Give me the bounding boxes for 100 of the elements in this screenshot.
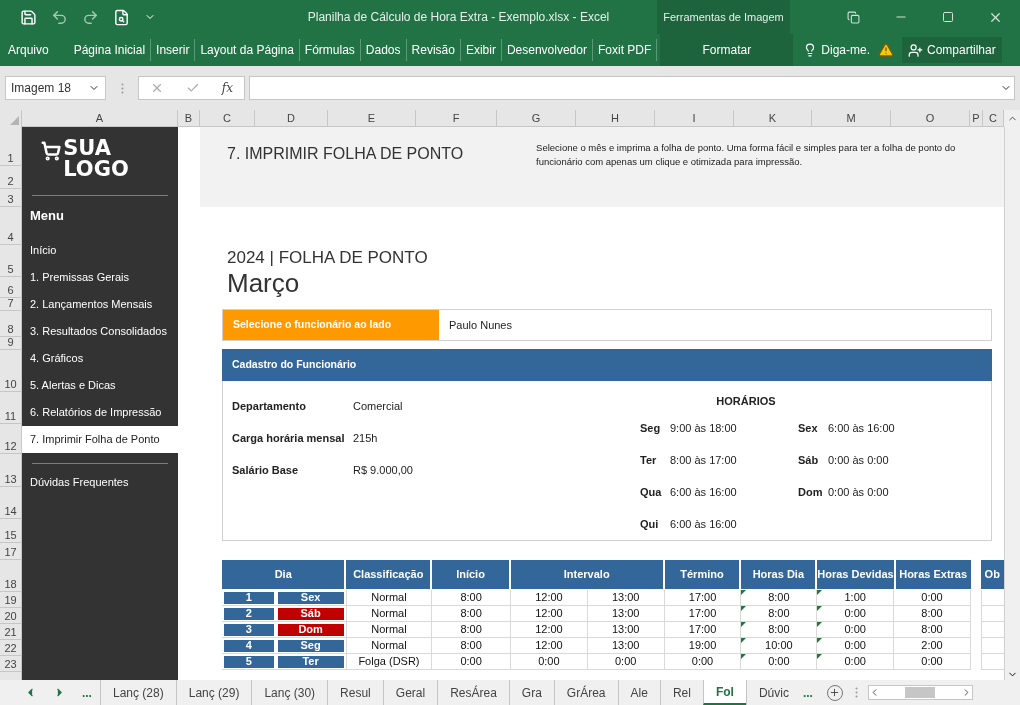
ribbon-tab[interactable]: Fórmulas bbox=[299, 39, 361, 61]
field-value: 215h bbox=[353, 430, 378, 446]
sheet-tab[interactable]: Dúvic bbox=[745, 680, 801, 705]
file-tab[interactable]: Arquivo bbox=[0, 34, 57, 66]
schedule-hours: 0:00 às 0:00 bbox=[828, 452, 889, 468]
menu-link[interactable]: 2. Lançamentos Mensais bbox=[22, 291, 178, 318]
schedule-hours: 0:00 às 0:00 bbox=[828, 484, 889, 500]
field-label: Salário Base bbox=[232, 462, 300, 478]
ribbon-tab[interactable]: Dados bbox=[360, 39, 407, 61]
table-cell: 0:00 bbox=[741, 654, 818, 670]
menu-link[interactable]: 5. Alertas e Dicas bbox=[22, 372, 178, 399]
maximize-icon[interactable] bbox=[942, 11, 954, 23]
sheet-tab[interactable]: Lanç (29) bbox=[175, 680, 252, 705]
field-label: Carga horária mensal bbox=[232, 430, 346, 446]
menu-link[interactable]: 1. Premissas Gerais bbox=[22, 264, 178, 291]
more-sheets-button[interactable]: ... bbox=[800, 680, 813, 705]
window-title: Planilha de Cálculo de Hora Extra - Exemplo.xlsx - Excel bbox=[306, 9, 611, 26]
table-cell: Folga (DSR) bbox=[346, 654, 433, 670]
table-cell: Normal bbox=[346, 638, 433, 654]
column-heading: Início bbox=[432, 560, 509, 589]
table-cell: 17:00 bbox=[664, 590, 742, 606]
add-icon bbox=[829, 687, 841, 698]
sheet-tab[interactable]: Gra bbox=[508, 680, 554, 705]
menu-link[interactable]: 3. Resultados Consolidados bbox=[22, 318, 178, 345]
print-preview-icon[interactable] bbox=[113, 8, 130, 26]
section-description: Selecione o mês e imprima a folha de ponto. Uma forma fácil e simples para ter a folha de ponto do funcionário com apenas um clique e otimizada para impressão. bbox=[536, 141, 957, 169]
sheet-tab[interactable]: Resul bbox=[327, 680, 383, 705]
column-heading: Horas Dia bbox=[741, 560, 816, 589]
weekday-badge: Sex bbox=[277, 591, 344, 604]
weekday-badge: Sáb bbox=[277, 607, 344, 620]
ribbon-tab[interactable]: Foxit PDF bbox=[592, 39, 658, 61]
table-cell: Normal bbox=[346, 622, 433, 638]
menu-link[interactable]: 7. Imprimir Folha de Ponto bbox=[22, 426, 178, 453]
logo-text: SUA bbox=[63, 137, 112, 159]
undo-icon[interactable] bbox=[51, 8, 68, 26]
formula-field[interactable] bbox=[249, 76, 1015, 100]
table-cell: 2:00 bbox=[894, 638, 971, 654]
menu-link[interactable]: 4. Gráficos bbox=[22, 345, 178, 372]
ribbon-tab[interactable]: Revisão bbox=[406, 39, 461, 61]
sheet-tab[interactable]: Fol bbox=[702, 680, 746, 705]
sheet-tab[interactable]: GrÁrea bbox=[553, 680, 618, 705]
horizontal-scrollbar[interactable] bbox=[867, 685, 973, 700]
column-heading: Horas Devidas bbox=[817, 560, 894, 589]
day-number: 3 bbox=[224, 623, 274, 636]
sheet-tab[interactable]: Lanç (30) bbox=[251, 680, 328, 705]
sheet-title: 2024 | FOLHA DE PONTO bbox=[226, 248, 429, 268]
menu-link[interactable]: 6. Relatórios de Impressão bbox=[22, 399, 178, 426]
table-cell: 8:00 bbox=[741, 606, 818, 622]
day-number: 4 bbox=[224, 639, 274, 652]
month-title: Março bbox=[226, 268, 301, 298]
save-icon[interactable] bbox=[20, 8, 37, 26]
ribbon-tab[interactable]: Desenvolvedor bbox=[501, 39, 593, 61]
table-cell: 0:00 bbox=[817, 606, 895, 622]
table-cell: 0:00 bbox=[817, 622, 895, 638]
menu-link[interactable]: Início bbox=[22, 237, 178, 264]
select-all-icon[interactable] bbox=[10, 116, 19, 125]
table-cell: 0:00 bbox=[511, 654, 588, 670]
table-cell: 13:00 bbox=[587, 590, 665, 606]
enter-icon[interactable] bbox=[185, 81, 200, 95]
insert-function-button[interactable]: fx bbox=[221, 79, 233, 97]
column-heading: Classificação bbox=[346, 560, 431, 589]
ribbon-tab[interactable]: Formatar bbox=[660, 34, 794, 66]
sheet-tab[interactable]: Lanç (28) bbox=[100, 680, 176, 705]
weekday-label: Seg bbox=[640, 420, 662, 436]
table-cell: 8:00 bbox=[894, 606, 971, 622]
table-cell: 0:00 bbox=[664, 654, 742, 670]
table-cell: 8:00 bbox=[432, 638, 511, 654]
column-heading: Término bbox=[664, 560, 740, 589]
weekday-badge: Ter bbox=[277, 655, 344, 668]
ribbon-tab[interactable]: Layout da Página bbox=[195, 39, 300, 61]
table-cell: 10:00 bbox=[741, 638, 818, 654]
table-cell: 17:00 bbox=[664, 606, 742, 622]
table-cell: 13:00 bbox=[587, 606, 665, 622]
table-cell: 8:00 bbox=[432, 590, 511, 606]
day-number: 2 bbox=[224, 607, 274, 620]
redo-icon[interactable] bbox=[82, 8, 99, 26]
ribbon-tab[interactable]: Página Inicial bbox=[68, 39, 152, 61]
sheet-tab[interactable]: Ale bbox=[617, 680, 660, 705]
ribbon-tab[interactable]: Exibir bbox=[460, 39, 502, 61]
table-cell bbox=[980, 638, 1004, 654]
table-cell: 1:00 bbox=[817, 590, 895, 606]
menu-link[interactable]: Dúvidas Frequentes bbox=[22, 474, 178, 491]
ribbon-tab[interactable]: Inserir bbox=[151, 39, 196, 61]
drag-handle-icon[interactable] bbox=[854, 687, 858, 698]
sheet-tab[interactable]: Rel bbox=[659, 680, 703, 705]
drag-handle-icon[interactable] bbox=[120, 82, 124, 94]
table-cell bbox=[980, 590, 1004, 606]
day-number: 1 bbox=[224, 591, 274, 604]
table-cell: 0:00 bbox=[432, 654, 511, 670]
weekday-label: Qua bbox=[640, 484, 663, 500]
name-box[interactable]: Imagem 18 bbox=[5, 76, 106, 100]
share-button[interactable]: Compartilhar bbox=[902, 37, 1002, 63]
more-sheets-button[interactable]: ... bbox=[81, 683, 92, 702]
ribbon-display-icon[interactable] bbox=[847, 10, 860, 24]
table-cell: 13:00 bbox=[587, 622, 665, 638]
sheet-tab[interactable]: Geral bbox=[382, 680, 438, 705]
sheet-tab[interactable]: ResÁrea bbox=[437, 680, 509, 705]
table-cell bbox=[980, 654, 1004, 670]
weekday-label: Ter bbox=[640, 452, 658, 468]
tell-me-field[interactable]: Diga-me. bbox=[821, 41, 870, 59]
